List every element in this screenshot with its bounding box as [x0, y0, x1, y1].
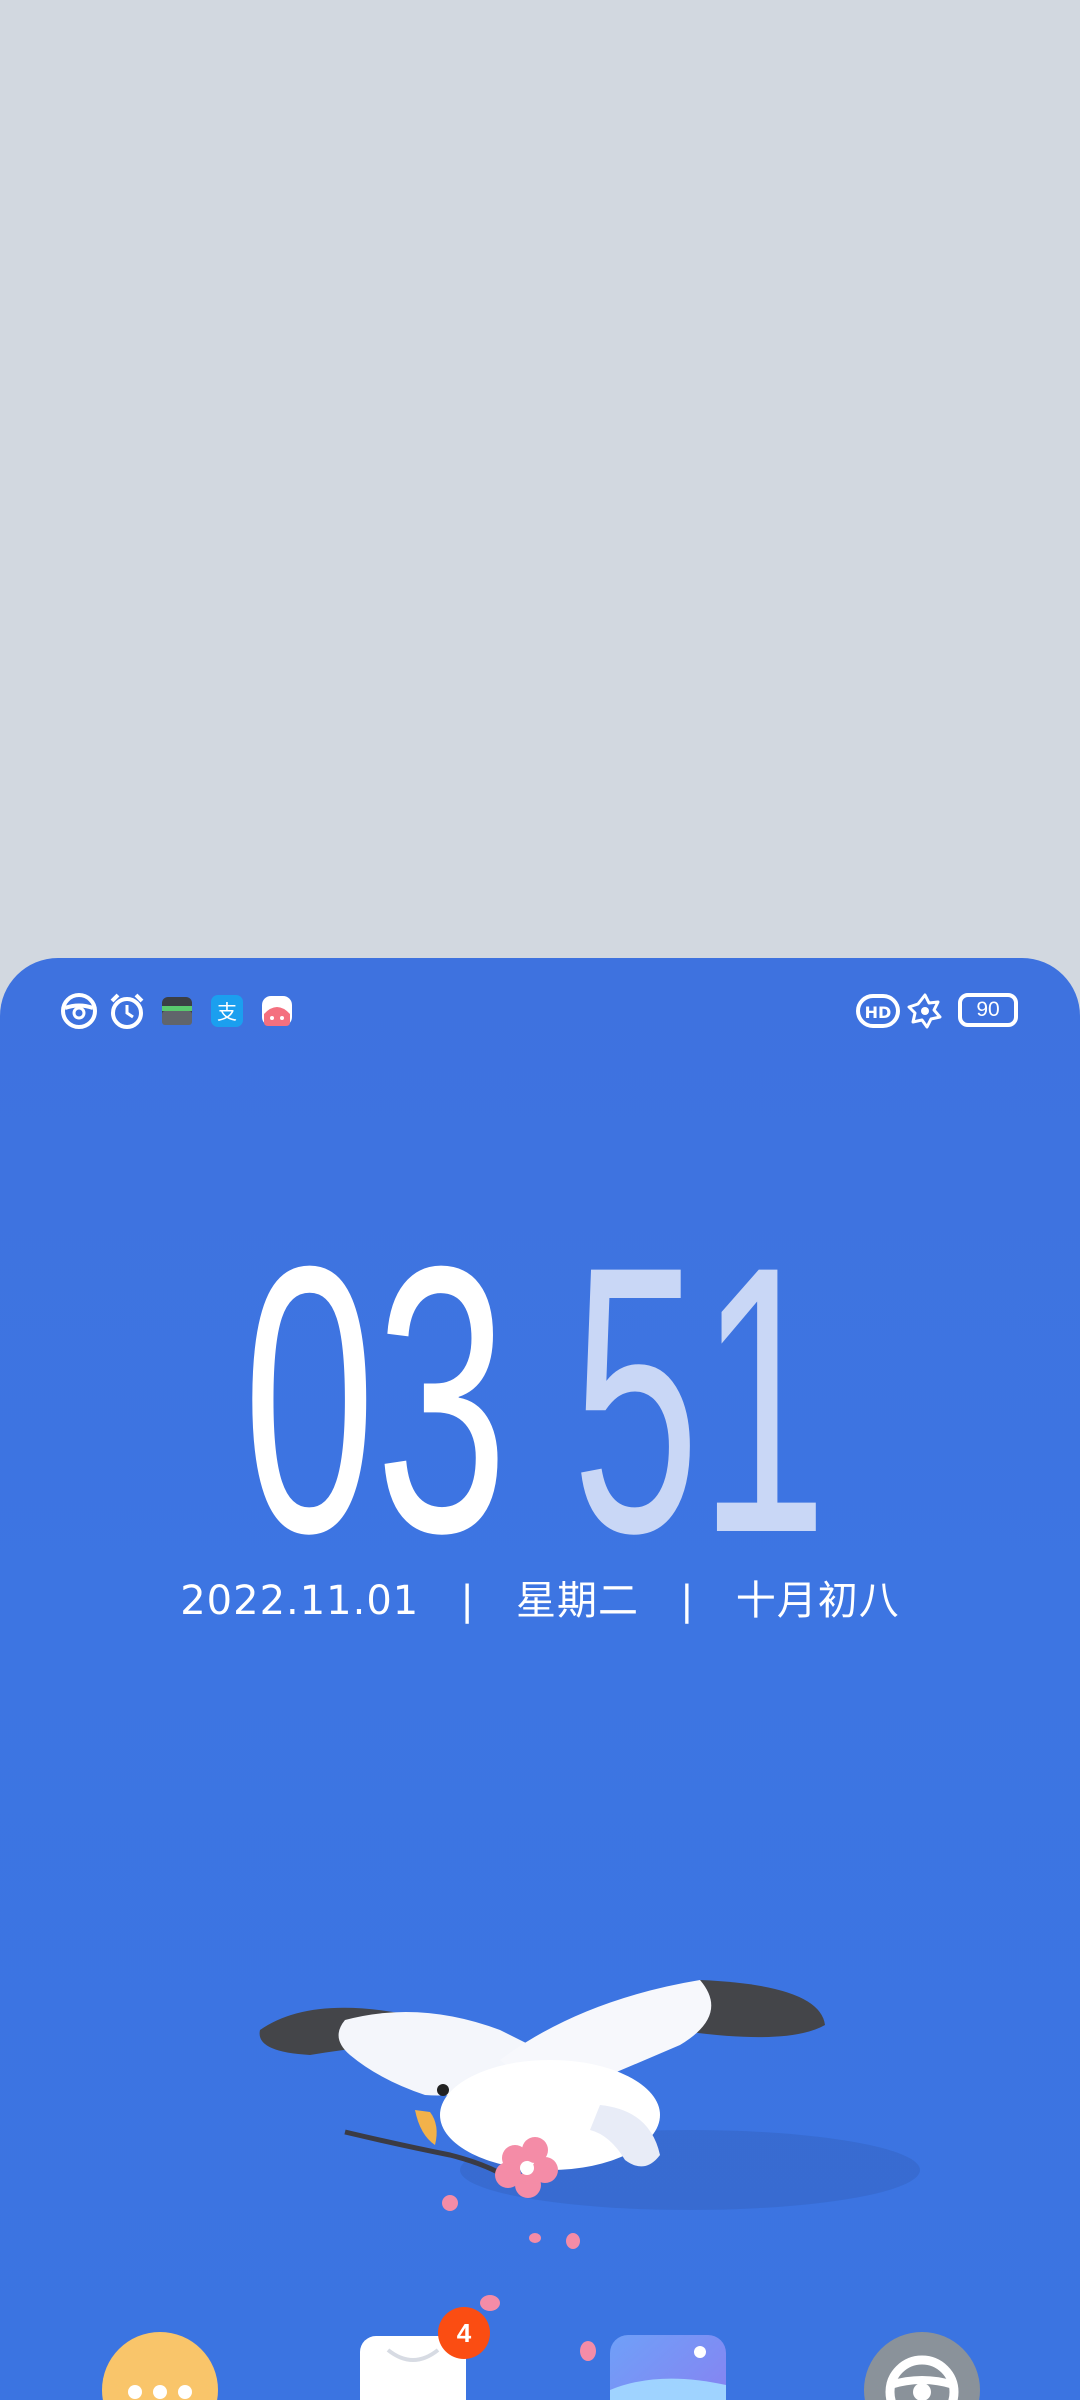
notification-badge: 4	[438, 2307, 490, 2359]
clock-minute: 51	[572, 1255, 827, 1545]
steering-wheel-icon	[60, 992, 98, 1030]
alipay-icon: 支	[208, 992, 246, 1030]
falling-petals	[480, 2295, 596, 2361]
svg-text:支: 支	[217, 1000, 237, 1024]
svg-text:HD: HD	[865, 1003, 892, 1022]
flower-icon	[906, 992, 944, 1030]
gallery-app-icon[interactable]	[608, 2330, 728, 2400]
alarm-clock-icon	[108, 992, 146, 1030]
status-bar: 支 HD 90	[0, 992, 1080, 1032]
settings-app-icon[interactable]	[862, 2330, 982, 2400]
hd-icon: HD	[856, 992, 900, 1030]
battery-level: 90	[976, 998, 1000, 1021]
wallet-icon	[158, 992, 196, 1030]
recents-background	[0, 0, 1080, 960]
pink-app-icon	[258, 992, 296, 1030]
lockscreen-clock: 03 51	[243, 1255, 827, 1545]
battery-icon: 90	[958, 993, 1018, 1027]
clock-hour: 03	[243, 1255, 508, 1545]
date-line: 2022.11.01 | 星期二 | 十月初八	[180, 1578, 900, 1624]
seagull-illustration	[259, 1980, 920, 2249]
more-app-icon[interactable]	[100, 2330, 220, 2400]
